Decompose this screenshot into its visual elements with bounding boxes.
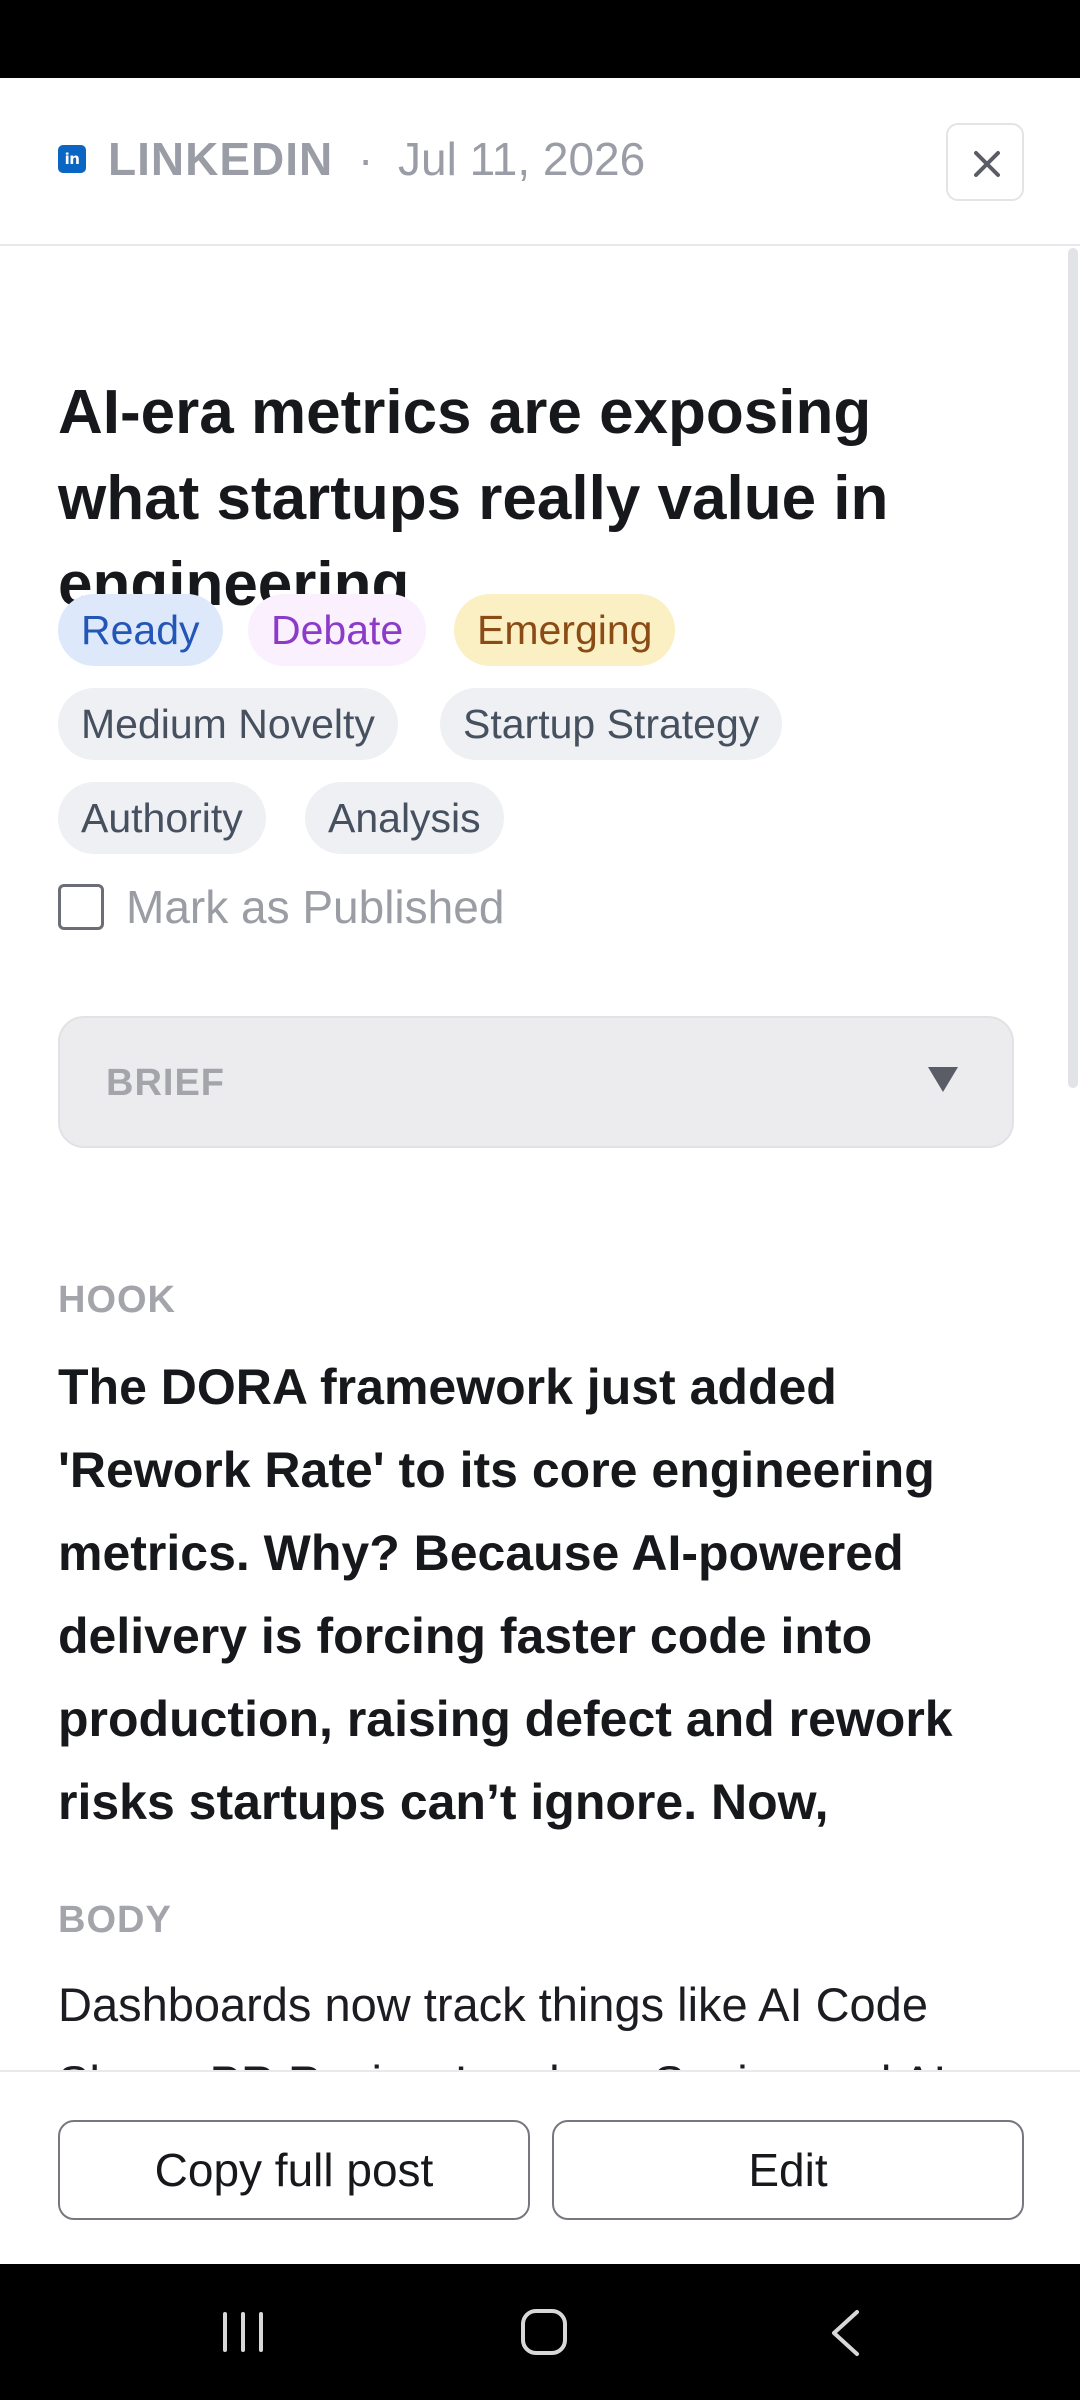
post-title: AI-era metrics are exposing what startup…: [58, 378, 889, 619]
back-icon[interactable]: [828, 2308, 862, 2358]
action-footer: Copy full post Edit: [0, 2070, 1080, 2264]
brief-dropdown[interactable]: BRIEF: [58, 1016, 1014, 1148]
caret-down-icon: [928, 1067, 958, 1092]
mark-published-checkbox[interactable]: [58, 884, 104, 930]
copy-full-post-button[interactable]: Copy full post: [58, 2120, 530, 2220]
post-detail-sheet: in LINKEDIN · Jul 11, 2026 AI-era metric…: [0, 78, 1080, 2264]
edit-button[interactable]: Edit: [552, 2120, 1024, 2220]
close-icon: [974, 151, 1000, 177]
linkedin-icon: in: [58, 145, 86, 173]
tag-medium-novelty: Medium Novelty: [58, 688, 398, 760]
hook-text: The DORA framework just added 'Rework Ra…: [58, 1359, 953, 1830]
sheet-header: in LINKEDIN · Jul 11, 2026: [0, 78, 1080, 246]
close-button[interactable]: [946, 123, 1024, 201]
tag-emerging: Emerging: [454, 594, 676, 666]
home-icon[interactable]: [520, 2308, 568, 2356]
scroll-content[interactable]: AI-era metrics are exposing what startup…: [0, 248, 1080, 2148]
meta-separator: ·: [358, 133, 374, 185]
system-nav-bar: [0, 2264, 1080, 2400]
body-label: BODY: [58, 1899, 172, 1941]
tag-analysis: Analysis: [305, 782, 504, 854]
scrollbar[interactable]: [1068, 248, 1078, 1088]
tag-debate: Debate: [248, 594, 427, 666]
tag-startup-strategy: Startup Strategy: [440, 688, 783, 760]
status-bar: [0, 0, 1080, 78]
hook-label: HOOK: [58, 1279, 176, 1321]
post-date: Jul 11, 2026: [398, 133, 646, 185]
mark-published-label[interactable]: Mark as Published: [126, 879, 504, 935]
tag-ready: Ready: [58, 594, 223, 666]
tag-authority: Authority: [58, 782, 266, 854]
recents-icon[interactable]: [220, 2310, 266, 2354]
brief-label: BRIEF: [106, 1062, 225, 1104]
platform-name: LINKEDIN: [108, 133, 334, 185]
